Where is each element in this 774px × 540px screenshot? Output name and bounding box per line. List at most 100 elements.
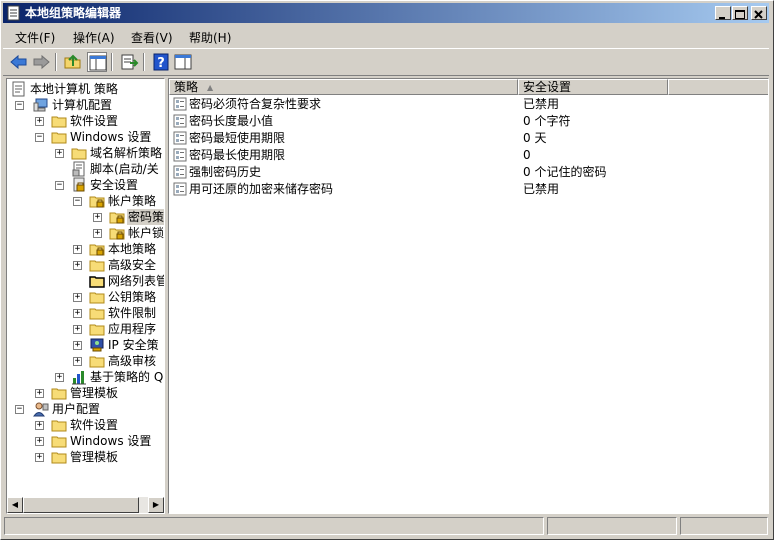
back-button[interactable] [9, 52, 29, 72]
folder-icon [89, 289, 105, 305]
folder-icon [89, 257, 105, 273]
window: 本地组策略编辑器 文件(F) 操作(A) 查看(V) 帮助(H) ? 本地计算机… [0, 0, 774, 540]
expand-icon[interactable]: + [35, 421, 44, 430]
tree-node-label: 脚本(启动/关 [90, 162, 159, 176]
minimize-button[interactable] [715, 6, 731, 20]
collapse-icon[interactable]: − [15, 101, 24, 110]
expand-icon[interactable]: + [55, 149, 64, 158]
tree-node[interactable]: + 密码策 [7, 209, 164, 225]
expand-icon[interactable]: + [73, 357, 82, 366]
tree-node-label: 管理模板 [70, 386, 119, 400]
policy-row[interactable]: 强制密码历史 0 个记住的密码 [173, 164, 763, 181]
policy-row[interactable]: 密码最长使用期限 0 [173, 147, 763, 164]
policy-setting-icon [173, 114, 187, 128]
scroll-thumb[interactable] [23, 497, 139, 513]
collapse-icon[interactable]: − [55, 181, 64, 190]
tree-node[interactable]: 网络列表管 [7, 273, 165, 289]
tree-node[interactable]: − 计算机配置 [7, 97, 164, 113]
maximize-button[interactable] [732, 6, 748, 20]
scroll-left-button[interactable]: ◀ [7, 497, 23, 513]
forward-arrow-icon [33, 54, 50, 70]
policy-setting-icon [173, 148, 187, 162]
horizontal-scrollbar[interactable]: ◀ ▶ [7, 497, 164, 513]
tree-node[interactable]: + 应用程序 [7, 321, 164, 337]
window-title: 本地组策略编辑器 [25, 6, 122, 20]
tree-node[interactable]: 脚本(启动/关 [7, 161, 164, 177]
expand-icon[interactable]: + [35, 117, 44, 126]
tree-node[interactable]: 本地计算机 策略 [7, 81, 164, 97]
tree-node-label: 本地策略 [108, 242, 157, 256]
tree-node[interactable]: + 管理模板 [7, 449, 164, 465]
tree-node[interactable]: + 高级安全 [7, 257, 164, 273]
tree-node[interactable]: + 本地策略 [7, 241, 164, 257]
menu-view[interactable]: 查看(V) [131, 29, 173, 46]
export-list-button[interactable] [119, 52, 139, 72]
tree-node[interactable]: + 域名解析策略 [7, 145, 164, 161]
policy-row[interactable]: 密码必须符合复杂性要求 已禁用 [173, 96, 763, 113]
collapse-icon[interactable]: − [35, 133, 44, 142]
expand-icon[interactable]: + [35, 453, 44, 462]
close-button[interactable] [751, 6, 767, 20]
tree-node[interactable]: − 安全设置 [7, 177, 164, 193]
folder-icon [51, 417, 67, 433]
script-icon [71, 161, 87, 177]
sort-ascending-icon: ▲ [207, 83, 214, 92]
tree-node[interactable]: + 高级审核 [7, 353, 164, 369]
tree-node[interactable]: + 软件设置 [7, 113, 164, 129]
tree-node-label: 网络列表管 [108, 274, 165, 288]
expand-icon[interactable]: + [73, 245, 82, 254]
tree-node[interactable]: + 帐户锁 [7, 225, 164, 241]
tree-node[interactable]: + 基于策略的 Q [7, 369, 164, 385]
tree-node[interactable]: − Windows 设置 [7, 129, 164, 145]
svg-text:?: ? [157, 56, 165, 71]
column-header-security-setting[interactable]: 安全设置 [518, 79, 668, 95]
expand-icon[interactable]: + [73, 261, 82, 270]
expand-icon[interactable]: + [93, 229, 102, 238]
show-action-pane-button[interactable] [173, 52, 193, 72]
policy-row[interactable]: 密码最短使用期限 0 天 [173, 130, 763, 147]
tree-node[interactable]: + 公钥策略 [7, 289, 164, 305]
toolbar: ? [3, 48, 769, 76]
column-header-policy[interactable]: 策略 ▲ [169, 79, 518, 95]
policy-name: 密码最短使用期限 [189, 131, 286, 145]
expand-icon[interactable]: + [55, 373, 64, 382]
tree-node[interactable]: + IP 安全策 [7, 337, 164, 353]
tree-node-label: 帐户策略 [108, 194, 157, 208]
details-pane[interactable]: 策略 ▲ 安全设置 密码必须符合复杂性要求 已禁用 密码长度最小值 0 个字符 密码最短… [168, 78, 769, 514]
policy-setting-icon [173, 165, 187, 179]
menu-help[interactable]: 帮助(H) [189, 29, 231, 46]
expand-icon[interactable]: + [35, 389, 44, 398]
expand-icon[interactable]: + [73, 341, 82, 350]
policy-setting-icon [173, 182, 187, 196]
expand-icon[interactable]: + [35, 437, 44, 446]
collapse-icon[interactable]: − [73, 197, 82, 206]
console-tree[interactable]: 本地计算机 策略 − 计算机配置 + 软件设置 − Windows 设置 + 域名解析策略 脚本(… [6, 78, 165, 514]
policy-row[interactable]: 密码长度最小值 0 个字符 [173, 113, 763, 130]
forward-button[interactable] [31, 52, 51, 72]
scroll-right-button[interactable]: ▶ [148, 497, 164, 513]
menu-action[interactable]: 操作(A) [73, 29, 115, 46]
tree-node[interactable]: − 用户配置 [7, 401, 164, 417]
help-button[interactable]: ? [151, 52, 171, 72]
folder-icon [51, 433, 67, 449]
policy-row[interactable]: 用可还原的加密来储存密码 已禁用 [173, 181, 763, 198]
policy-name: 密码长度最小值 [189, 114, 274, 128]
collapse-icon[interactable]: − [15, 405, 24, 414]
expand-icon[interactable]: + [93, 213, 102, 222]
tree-node[interactable]: + Windows 设置 [7, 433, 164, 449]
menu-file[interactable]: 文件(F) [15, 29, 55, 46]
tree-node[interactable]: − 帐户策略 [7, 193, 164, 209]
up-one-level-button[interactable] [63, 52, 83, 72]
expand-icon[interactable]: + [73, 293, 82, 302]
tree-node-label: 软件设置 [70, 418, 119, 432]
tree-node[interactable]: + 软件限制 [7, 305, 164, 321]
expand-icon[interactable]: + [73, 325, 82, 334]
tree-node-label: 基于策略的 Q [90, 370, 164, 384]
folder-lock-icon [89, 241, 105, 257]
tree-node[interactable]: + 管理模板 [7, 385, 164, 401]
toolbar-separator [143, 53, 145, 71]
show-hide-console-tree-button[interactable] [87, 52, 107, 72]
tree-node[interactable]: + 软件设置 [7, 417, 164, 433]
tree-node-label: 高级安全 [108, 258, 157, 272]
expand-icon[interactable]: + [73, 309, 82, 318]
